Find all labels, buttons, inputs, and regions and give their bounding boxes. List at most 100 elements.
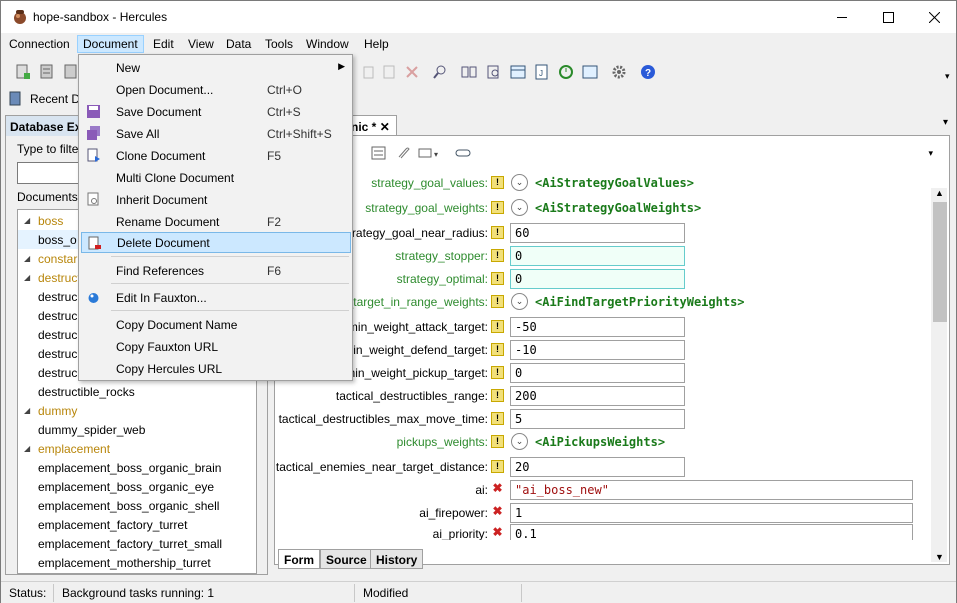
menu-save-document[interactable]: Save Document Ctrl+S bbox=[81, 101, 351, 122]
remove-field-icon[interactable]: ✖ bbox=[491, 505, 504, 519]
field-value-input[interactable]: 60 bbox=[510, 223, 685, 243]
expand-chevron-icon[interactable]: ⌄ bbox=[511, 433, 528, 450]
paste-icon[interactable] bbox=[381, 64, 397, 80]
field-value-input[interactable]: 0 bbox=[510, 269, 685, 289]
field-value-input[interactable]: 0.1 bbox=[510, 524, 913, 540]
report-icon[interactable] bbox=[582, 64, 598, 80]
maximize-icon bbox=[882, 11, 894, 23]
tab-form[interactable]: Form bbox=[278, 549, 320, 569]
delete-icon[interactable] bbox=[404, 64, 420, 80]
warning-icon[interactable]: ! bbox=[491, 343, 504, 356]
compare-icon[interactable] bbox=[461, 64, 477, 80]
scrollbar-thumb[interactable] bbox=[933, 202, 947, 322]
field-value-input[interactable]: 200 bbox=[510, 386, 685, 406]
search-icon[interactable] bbox=[432, 64, 448, 80]
warning-icon[interactable]: ! bbox=[491, 435, 504, 448]
tree-item[interactable]: emplacement_boss_organic_eye bbox=[18, 477, 256, 496]
menu-copy-document-name[interactable]: Copy Document Name bbox=[81, 314, 351, 335]
menu-save-all[interactable]: Save All Ctrl+Shift+S bbox=[81, 123, 351, 144]
svg-text:J: J bbox=[539, 69, 543, 78]
menu-tools[interactable]: Tools bbox=[259, 35, 299, 53]
warning-icon[interactable]: ! bbox=[491, 320, 504, 333]
history-icon[interactable] bbox=[558, 64, 574, 80]
field-value-input[interactable]: -50 bbox=[510, 317, 685, 337]
attach-icon[interactable] bbox=[395, 145, 411, 161]
copy-icon[interactable] bbox=[361, 64, 377, 80]
minimize-button[interactable] bbox=[819, 1, 865, 33]
remove-field-icon[interactable]: ✖ bbox=[491, 526, 504, 540]
expand-chevron-icon[interactable]: ⌄ bbox=[511, 293, 528, 310]
menu-view[interactable]: View bbox=[182, 35, 220, 53]
help-icon[interactable]: ? bbox=[640, 64, 656, 80]
remove-field-icon[interactable]: ✖ bbox=[491, 482, 504, 496]
tree-category[interactable]: ◢ dummy bbox=[18, 401, 256, 420]
warning-icon[interactable]: ! bbox=[491, 201, 504, 214]
table-icon[interactable] bbox=[510, 64, 526, 80]
warning-icon[interactable]: ! bbox=[491, 226, 504, 239]
warning-icon[interactable]: ! bbox=[491, 389, 504, 402]
tab-list-icon[interactable]: ▾ bbox=[943, 117, 948, 128]
close-tab-icon[interactable]: ✕ bbox=[380, 120, 390, 134]
find-doc-icon[interactable] bbox=[486, 64, 502, 80]
field-value-input[interactable]: 1 bbox=[510, 503, 913, 523]
warning-icon[interactable]: ! bbox=[491, 249, 504, 262]
menu-help[interactable]: Help bbox=[358, 35, 395, 53]
warning-icon[interactable]: ! bbox=[491, 412, 504, 425]
tree-item[interactable]: emplacement_factory_turret bbox=[18, 515, 256, 534]
menu-copy-hercules-url[interactable]: Copy Hercules URL bbox=[81, 358, 351, 379]
new-document-icon[interactable] bbox=[15, 64, 31, 80]
menu-new[interactable]: New ▶ bbox=[81, 57, 351, 78]
field-value-input[interactable]: 0 bbox=[510, 363, 685, 383]
warning-icon[interactable]: ! bbox=[491, 295, 504, 308]
menu-delete-document[interactable]: Delete Document bbox=[81, 232, 351, 253]
database-icon[interactable] bbox=[39, 64, 55, 80]
form-row: _target_in_range_weights:! ⌄ <AiFindTarget… bbox=[275, 291, 931, 314]
form-row: strategy_goal_values:! ⌄ <AiStrategyGoalVa… bbox=[275, 172, 931, 195]
menu-data[interactable]: Data bbox=[220, 35, 257, 53]
form-row: min_weight_defend_target:! -10 bbox=[275, 339, 931, 362]
tree-item[interactable]: destructible_rocks bbox=[18, 382, 256, 401]
menu-connection[interactable]: Connection bbox=[3, 35, 76, 53]
tree-item[interactable]: emplacement_boss_organic_shell bbox=[18, 496, 256, 515]
menu-copy-fauxton-url[interactable]: Copy Fauxton URL bbox=[81, 336, 351, 357]
menu-document[interactable]: Document bbox=[77, 35, 144, 53]
vertical-scrollbar[interactable]: ▲ ▼ bbox=[931, 188, 947, 562]
field-value-input[interactable]: 20 bbox=[510, 457, 685, 477]
link-icon[interactable] bbox=[455, 145, 473, 161]
tree-item[interactable]: emplacement_boss_organic_brain bbox=[18, 458, 256, 477]
field-value-input[interactable]: 5 bbox=[510, 409, 685, 429]
form-toolbar-overflow-icon[interactable]: ▾ bbox=[928, 148, 933, 159]
tree-item[interactable]: emplacement_factory_turret_small bbox=[18, 534, 256, 553]
field-value-input[interactable]: -10 bbox=[510, 340, 685, 360]
menu-open-document[interactable]: Open Document... Ctrl+O bbox=[81, 79, 351, 100]
maximize-button[interactable] bbox=[865, 1, 911, 33]
menu-find-references[interactable]: Find References F6 bbox=[81, 260, 351, 281]
menu-edit-in-fauxton[interactable]: Edit In Fauxton... bbox=[81, 287, 351, 308]
tree-item[interactable]: dummy_spider_web bbox=[18, 420, 256, 439]
close-window-button[interactable] bbox=[911, 1, 957, 33]
script-icon[interactable]: J bbox=[534, 64, 550, 80]
expand-chevron-icon[interactable]: ⌄ bbox=[511, 174, 528, 191]
database-list-icon[interactable] bbox=[63, 64, 79, 80]
list-icon[interactable] bbox=[371, 145, 387, 161]
menu-inherit-document[interactable]: Inherit Document bbox=[81, 189, 351, 210]
tree-category[interactable]: ◢ emplacement bbox=[18, 439, 256, 458]
expand-chevron-icon[interactable]: ⌄ bbox=[511, 199, 528, 216]
tab-history[interactable]: History bbox=[370, 549, 424, 569]
toolbar-overflow-icon[interactable]: ▾ bbox=[945, 71, 950, 82]
menu-multi-clone-document[interactable]: Multi Clone Document bbox=[81, 167, 351, 188]
field-value-input[interactable]: "ai_boss_new" bbox=[510, 480, 913, 500]
tab-source[interactable]: Source bbox=[320, 549, 373, 569]
menu-rename-document[interactable]: Rename Document F2 bbox=[81, 211, 351, 232]
tree-item[interactable]: emplacement_mothership_turret bbox=[18, 553, 256, 572]
warning-icon[interactable]: ! bbox=[491, 176, 504, 189]
warning-icon[interactable]: ! bbox=[491, 460, 504, 473]
gear-icon[interactable] bbox=[611, 64, 627, 80]
field-value-input[interactable]: 0 bbox=[510, 246, 685, 266]
menu-window[interactable]: Window bbox=[300, 35, 355, 53]
warning-icon[interactable]: ! bbox=[491, 366, 504, 379]
menu-clone-document[interactable]: Clone Document F5 bbox=[81, 145, 351, 166]
tag-dropdown-icon[interactable]: ▾ bbox=[418, 145, 442, 161]
warning-icon[interactable]: ! bbox=[491, 272, 504, 285]
menu-edit[interactable]: Edit bbox=[147, 35, 180, 53]
